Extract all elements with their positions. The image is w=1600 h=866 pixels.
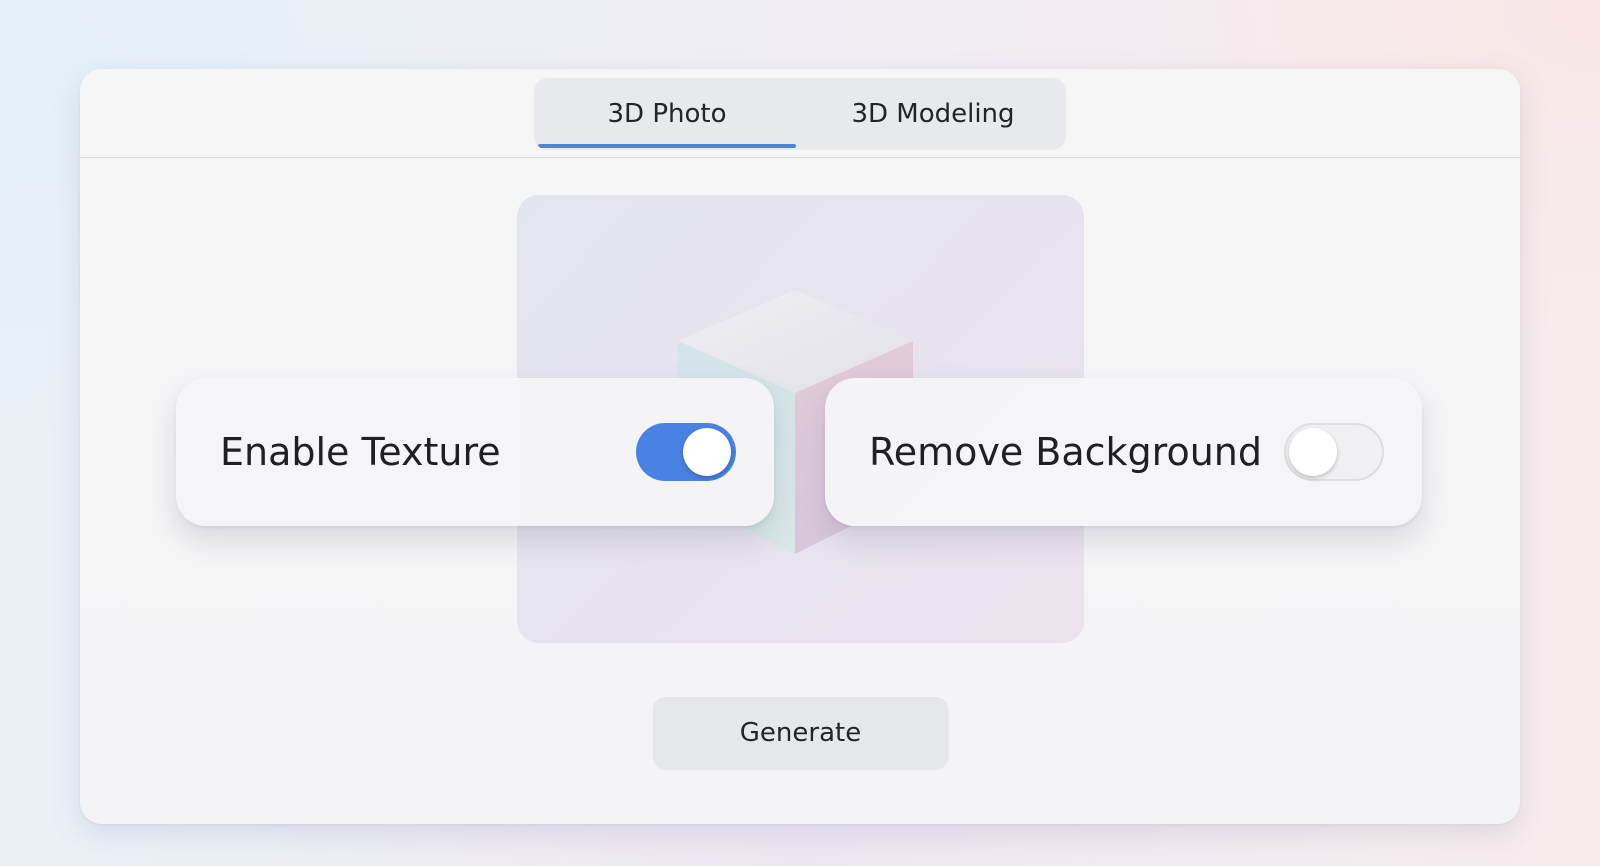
- tab-3d-modeling-label: 3D Modeling: [851, 99, 1015, 129]
- generate-button[interactable]: Generate: [653, 697, 948, 769]
- header-divider: [80, 157, 1520, 158]
- tab-3d-photo-label: 3D Photo: [607, 99, 727, 129]
- toggle-knob: [1289, 428, 1337, 476]
- enable-texture-toggle[interactable]: [636, 423, 736, 481]
- remove-background-toggle[interactable]: [1284, 423, 1384, 481]
- remove-background-card: Remove Background: [825, 378, 1422, 526]
- generate-button-label: Generate: [739, 718, 862, 748]
- enable-texture-label: Enable Texture: [220, 430, 501, 474]
- toggle-knob: [683, 428, 731, 476]
- tab-3d-modeling[interactable]: 3D Modeling: [800, 78, 1066, 150]
- tab-3d-photo[interactable]: 3D Photo: [534, 78, 800, 150]
- app-window: 3D Photo 3D Modeling Enable Texture Remo…: [80, 69, 1520, 824]
- remove-background-label: Remove Background: [869, 430, 1262, 474]
- mode-tabs: 3D Photo 3D Modeling: [534, 78, 1066, 150]
- enable-texture-card: Enable Texture: [176, 378, 774, 526]
